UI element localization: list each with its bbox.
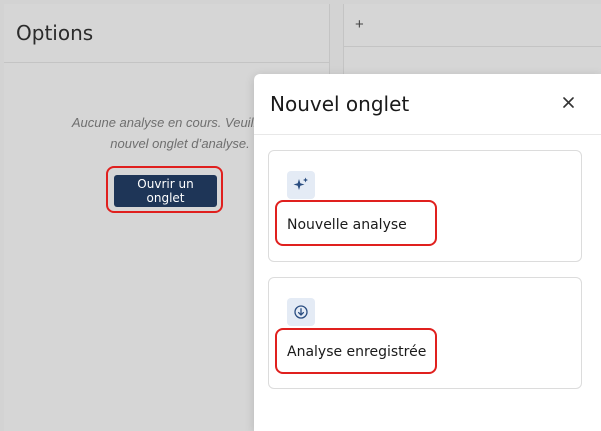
- add-tab-button[interactable]: +: [355, 16, 364, 33]
- highlight-annotation: [275, 328, 437, 374]
- saved-analysis-option[interactable]: Analyse enregistrée: [268, 277, 582, 389]
- new-analysis-option[interactable]: Nouvelle analyse: [268, 150, 582, 262]
- options-header: Options: [4, 4, 329, 63]
- highlight-annotation: [106, 166, 223, 213]
- modal-header: Nouvel onglet: [254, 74, 601, 135]
- close-icon[interactable]: [560, 94, 576, 110]
- options-title: Options: [16, 21, 94, 45]
- highlight-annotation: [275, 200, 437, 246]
- divider: [344, 46, 601, 47]
- download-circle-icon: [287, 298, 315, 326]
- modal-title: Nouvel onglet: [270, 92, 410, 116]
- new-tab-modal: Nouvel onglet Nouvelle analyse Analyse e…: [254, 74, 601, 431]
- sparkles-icon: [287, 171, 315, 199]
